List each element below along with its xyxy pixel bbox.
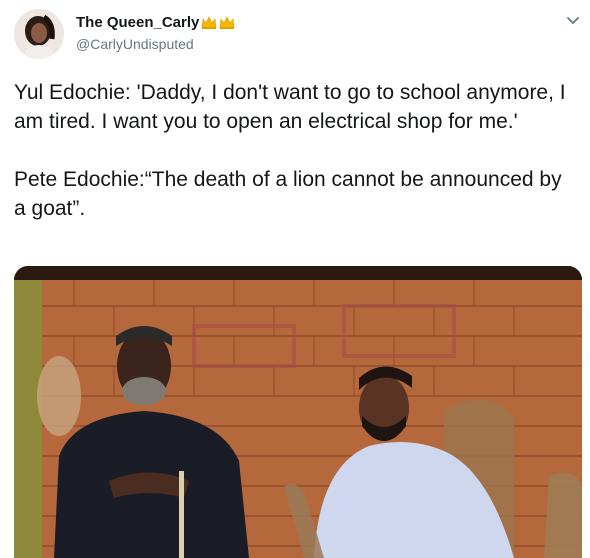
avatar-image <box>14 9 64 59</box>
crown-icon <box>202 15 217 29</box>
tweet-card[interactable]: The Queen_Carly @CarlyUndisputed Yul Edo… <box>0 0 590 558</box>
avatar[interactable] <box>14 9 64 59</box>
chevron-down-icon[interactable] <box>566 16 580 26</box>
tweet-text: Yul Edochie: 'Daddy, I don't want to go … <box>14 78 579 223</box>
photo-two-men-seated-icon <box>14 266 582 558</box>
tweet-paragraph: Yul Edochie: 'Daddy, I don't want to go … <box>14 81 566 133</box>
tweet-paragraph: Pete Edochie:“The death of a lion cannot… <box>14 168 562 220</box>
tweet-media-photo[interactable] <box>14 266 582 558</box>
author-name-row[interactable]: The Queen_Carly <box>76 14 235 31</box>
display-name[interactable]: The Queen_Carly <box>76 14 199 31</box>
crown-icon <box>220 15 235 29</box>
author-handle[interactable]: @CarlyUndisputed <box>76 36 194 52</box>
